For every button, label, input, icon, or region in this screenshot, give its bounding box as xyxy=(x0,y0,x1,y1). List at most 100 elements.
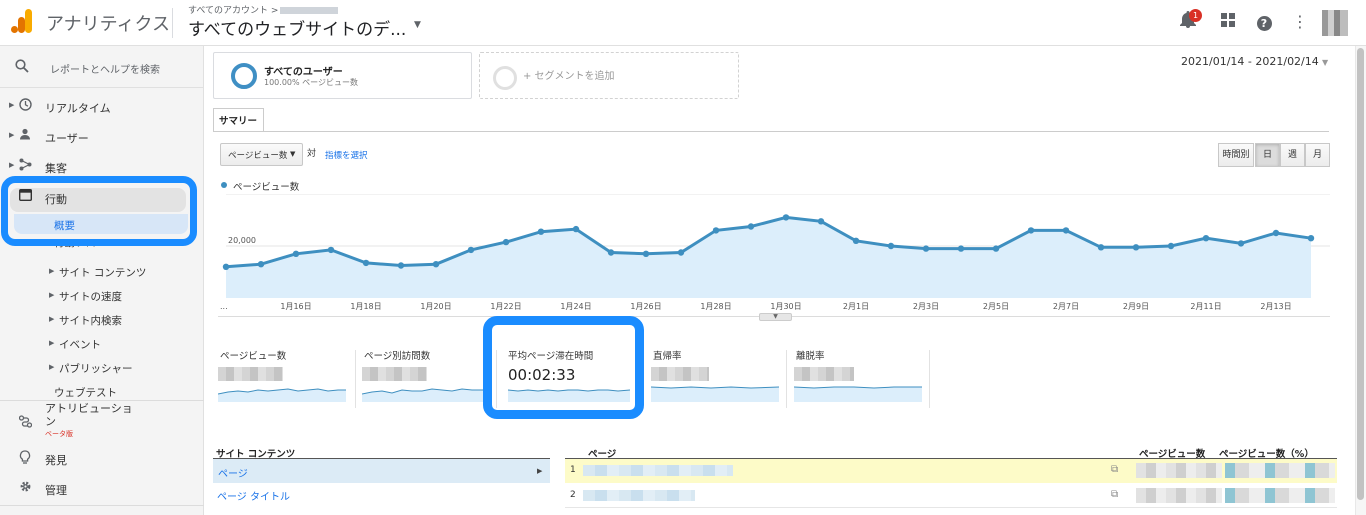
chart-point[interactable] xyxy=(1167,242,1175,250)
expand-caret-icon[interactable]: ▶ xyxy=(49,339,54,347)
chart-point[interactable] xyxy=(677,249,685,256)
sidebar-subitem-label: サイトの速度 xyxy=(59,291,122,303)
sidebar-item-attribution[interactable]: アトリビューショ ン xyxy=(0,401,204,435)
expand-caret-icon[interactable]: ▶ xyxy=(49,315,54,323)
scrollbar-thumb[interactable] xyxy=(1357,48,1364,500)
redacted-account-name xyxy=(280,7,339,14)
chart-point[interactable] xyxy=(957,245,965,252)
tab-summary-label[interactable]: サマリー xyxy=(219,113,257,127)
chart-point[interactable] xyxy=(992,245,1000,252)
versus-label: 対 xyxy=(307,149,317,159)
chart-resize-handle[interactable]: ▼ xyxy=(759,313,792,321)
expand-caret-icon[interactable]: ▶ xyxy=(49,291,54,299)
redacted-value xyxy=(362,367,427,381)
open-link-icon[interactable]: ⧉ xyxy=(1111,464,1118,475)
redacted-pageviews-bar xyxy=(1225,463,1335,478)
chart-point[interactable] xyxy=(222,263,230,270)
expand-caret-icon[interactable]: ▶ xyxy=(9,161,14,169)
redacted-page-path[interactable] xyxy=(583,465,733,476)
chart-point[interactable] xyxy=(887,242,895,250)
granularity-week-button[interactable]: 週 xyxy=(1280,143,1305,167)
more-vert-icon[interactable]: ⋮ xyxy=(1289,11,1311,33)
redacted-page-path[interactable] xyxy=(583,490,695,501)
chart-point[interactable] xyxy=(817,218,825,225)
chart-point[interactable] xyxy=(257,261,265,268)
granularity-hourly-button[interactable]: 時間別 xyxy=(1218,143,1254,167)
chart-point[interactable] xyxy=(607,249,615,256)
avatar[interactable] xyxy=(1322,10,1348,36)
sidebar-divider xyxy=(0,505,204,506)
metric-select-caret-icon[interactable]: ▼ xyxy=(290,150,295,158)
chart-point[interactable] xyxy=(712,227,720,234)
table-row[interactable]: 1 ⧉ xyxy=(565,459,1337,483)
row-number: 1 xyxy=(570,465,576,475)
sidebar-item-admin[interactable]: 管理 xyxy=(0,476,204,502)
granularity-month-button[interactable]: 月 xyxy=(1305,143,1330,167)
chart-point[interactable] xyxy=(782,214,790,221)
chart-point[interactable] xyxy=(327,246,335,254)
apps-grid-icon[interactable] xyxy=(1217,11,1239,33)
pageviews-line-chart[interactable]: 40,00020,000 ...1月16日1月18日1月20日1月22日1月24… xyxy=(218,194,1330,322)
scorecard-pageviews[interactable]: ページビュー数 xyxy=(218,348,353,408)
chart-point[interactable] xyxy=(572,225,580,233)
redacted-value xyxy=(794,367,854,381)
chart-point[interactable] xyxy=(397,262,405,269)
chart-point[interactable] xyxy=(747,223,755,230)
sidebar-subitem-experiments[interactable]: ウェブテスト xyxy=(0,382,204,402)
scorecard-unique-pageviews[interactable]: ページ別訪問数 xyxy=(362,348,497,408)
chart-point[interactable] xyxy=(642,250,650,257)
chart-point[interactable] xyxy=(1027,227,1035,234)
search-icon[interactable] xyxy=(15,59,29,77)
chart-point[interactable] xyxy=(922,245,930,252)
select-metric-link[interactable]: 指標を選択 xyxy=(325,149,368,161)
analytics-logo-icon[interactable] xyxy=(11,9,33,33)
date-range-picker[interactable]: 2021/01/14 - 2021/02/14 xyxy=(1181,55,1319,68)
scorecard-exit-rate[interactable]: 離脱率 xyxy=(794,348,929,408)
dimension-row-page[interactable] xyxy=(213,459,550,483)
view-selector[interactable]: すべてのウェブサイトのデ... xyxy=(188,15,406,40)
chart-point[interactable] xyxy=(537,228,545,235)
chart-point[interactable] xyxy=(1097,244,1105,251)
dimension-row-page-title[interactable]: ページ タイトル xyxy=(217,488,290,503)
expand-caret-icon[interactable]: ▶ xyxy=(49,267,54,275)
chart-point[interactable] xyxy=(1237,240,1245,247)
table-row[interactable]: 2 ⧉ xyxy=(565,484,1337,508)
sidebar-subitem-events[interactable]: ▶ イベント xyxy=(0,334,204,354)
sidebar-subitem-site-speed[interactable]: ▶ サイトの速度 xyxy=(0,286,204,306)
chart-point[interactable] xyxy=(1272,229,1280,237)
sidebar-subitem-site-content[interactable]: ▶ サイト コンテンツ xyxy=(0,262,204,282)
sidebar-subitem-publisher[interactable]: ▶ パブリッシャー xyxy=(0,358,204,378)
chart-point[interactable] xyxy=(467,246,475,254)
sidebar-subitem-site-search[interactable]: ▶ サイト内検索 xyxy=(0,310,204,330)
expand-caret-icon[interactable]: ▶ xyxy=(9,131,14,139)
chart-point[interactable] xyxy=(292,250,300,257)
x-tick-label: 2月3日 xyxy=(913,302,939,311)
granularity-day-button[interactable]: 日 xyxy=(1255,143,1280,167)
open-link-icon[interactable]: ⧉ xyxy=(1111,489,1118,500)
chart-point[interactable] xyxy=(852,237,860,244)
add-segment-label[interactable]: + セグメントを追加 xyxy=(523,67,615,82)
redacted-pageviews xyxy=(1136,463,1222,478)
sidebar-item-discover[interactable]: 発見 xyxy=(0,446,204,472)
metric-select-value[interactable]: ページビュー数 xyxy=(228,149,287,161)
expand-caret-icon[interactable]: ▶ xyxy=(49,363,54,371)
search-placeholder[interactable]: レポートとヘルプを検索 xyxy=(50,61,160,76)
help-icon[interactable]: ? xyxy=(1253,11,1275,33)
chart-point[interactable] xyxy=(1062,227,1070,234)
chart-point[interactable] xyxy=(432,261,440,268)
scorecard-bounce-rate[interactable]: 直帰率 xyxy=(651,348,786,408)
sidebar-item-users[interactable]: ▶ ユーザー xyxy=(0,124,204,150)
dimension-label[interactable]: ページ xyxy=(218,465,248,480)
chart-point[interactable] xyxy=(502,238,510,246)
chart-point[interactable] xyxy=(1307,235,1315,242)
scorecard-title: 離脱率 xyxy=(796,351,825,362)
sidebar-item-realtime[interactable]: ▶ リアルタイム xyxy=(0,94,204,120)
expand-caret-icon[interactable]: ▶ xyxy=(9,101,14,109)
chart-point[interactable] xyxy=(1132,244,1140,251)
date-range-caret-icon[interactable]: ▼ xyxy=(1322,58,1328,67)
row-number: 2 xyxy=(570,490,576,500)
view-dropdown-caret-icon[interactable]: ▼ xyxy=(414,20,421,30)
header-divider xyxy=(172,8,173,38)
chart-point[interactable] xyxy=(362,259,370,267)
chart-point[interactable] xyxy=(1202,235,1210,242)
